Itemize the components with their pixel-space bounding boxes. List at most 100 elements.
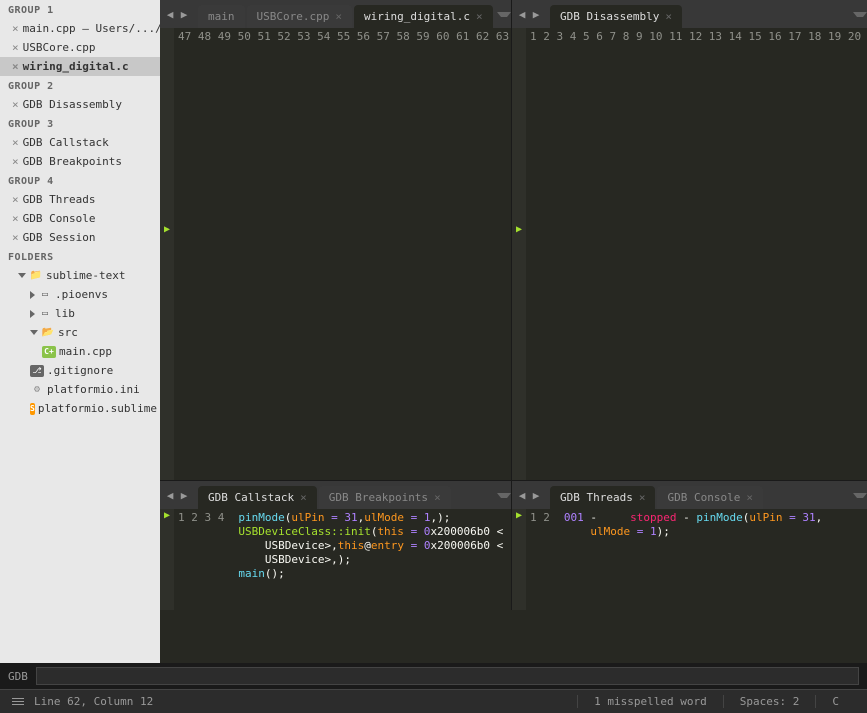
folder-root[interactable]: 📁sublime-text bbox=[0, 266, 160, 285]
tab-menu-icon[interactable] bbox=[853, 493, 867, 498]
tab-forward-icon[interactable]: ▶ bbox=[530, 489, 542, 501]
tab-label: USBCore.cpp bbox=[257, 10, 330, 23]
sidebar-item[interactable]: × wiring_digital.c bbox=[0, 57, 160, 76]
sidebar-item[interactable]: × USBCore.cpp bbox=[0, 38, 160, 57]
tab-label: main bbox=[208, 10, 235, 23]
tab-back-icon[interactable]: ◀ bbox=[164, 8, 176, 20]
sidebar-item-label: GDB Console bbox=[23, 212, 96, 225]
close-icon[interactable]: × bbox=[434, 491, 441, 504]
close-icon[interactable]: × bbox=[12, 155, 19, 168]
sidebar-item[interactable]: × GDB Console bbox=[0, 209, 160, 228]
editor-pane-bot-left: ◀▶ GDB Callstack×GDB Breakpoints× ▶ 1 2 … bbox=[160, 481, 512, 610]
folder-icon: 📁 bbox=[29, 270, 43, 282]
editor-pane-bot-right: ◀▶ GDB Threads × GDB Console × ▶ 1 2 001 - … bbox=[512, 481, 867, 610]
close-icon[interactable]: × bbox=[12, 136, 19, 149]
tab-back-icon[interactable]: ◀ bbox=[516, 8, 528, 20]
tab-back-icon[interactable]: ◀ bbox=[516, 489, 528, 501]
status-syntax[interactable]: C bbox=[815, 695, 855, 708]
status-cursor-pos: Line 62, Column 12 bbox=[34, 695, 153, 708]
sidebar-group-header: GROUP 1 bbox=[0, 0, 160, 19]
close-icon[interactable]: × bbox=[12, 41, 19, 54]
close-icon[interactable]: × bbox=[12, 231, 19, 244]
statusbar: Line 62, Column 12 1 misspelled word Spa… bbox=[0, 689, 867, 713]
sidebar-item[interactable]: × main.cpp — Users/.../sa bbox=[0, 19, 160, 38]
sidebar-item[interactable]: × GDB Session bbox=[0, 228, 160, 247]
chevron-right-icon bbox=[30, 291, 35, 299]
file-platformio-ini[interactable]: ⚙platformio.ini bbox=[0, 380, 160, 399]
tab[interactable]: GDB Console × bbox=[657, 486, 762, 509]
code-editor[interactable]: ▶ 47 48 49 50 51 52 53 54 55 56 57 58 59… bbox=[160, 28, 511, 480]
sublime-icon: S bbox=[30, 403, 35, 415]
tab[interactable]: GDB Breakpoints× bbox=[319, 486, 451, 509]
close-icon[interactable]: × bbox=[300, 491, 307, 504]
status-spellcheck[interactable]: 1 misspelled word bbox=[577, 695, 723, 708]
git-icon: ⎇ bbox=[30, 365, 44, 377]
threads-view[interactable]: ▶ 1 2 001 - stopped - pinMode(ulPin = 31… bbox=[512, 509, 867, 610]
close-icon[interactable]: × bbox=[746, 491, 753, 504]
close-icon[interactable]: × bbox=[12, 212, 19, 225]
tab-nav: ◀▶ bbox=[160, 8, 194, 20]
close-icon[interactable]: × bbox=[476, 10, 483, 23]
folder-src[interactable]: 📂src bbox=[0, 323, 160, 342]
sidebar-item-label: GDB Session bbox=[23, 231, 96, 244]
sidebar-item[interactable]: ×GDB Disassembly bbox=[0, 95, 160, 114]
file-main-cpp[interactable]: C+main.cpp bbox=[0, 342, 160, 361]
folder-pioenvs[interactable]: ▭.pioenvs bbox=[0, 285, 160, 304]
tab-forward-icon[interactable]: ▶ bbox=[178, 8, 190, 20]
sidebar-item-label: USBCore.cpp bbox=[23, 41, 96, 54]
sidebar: GROUP 1 × main.cpp — Users/.../sa × USBCore.… bbox=[0, 0, 160, 663]
chevron-right-icon bbox=[30, 310, 35, 318]
tab-back-icon[interactable]: ◀ bbox=[164, 489, 176, 501]
editor-pane-top-right: ◀▶ GDB Disassembly × ▶ 1 2 3 4 5 6 7 8 9 … bbox=[512, 0, 867, 480]
tab-menu-icon[interactable] bbox=[497, 493, 511, 498]
disassembly-view[interactable]: ▶ 1 2 3 4 5 6 7 8 9 10 11 12 13 14 15 16… bbox=[512, 28, 867, 480]
tab[interactable]: main bbox=[198, 5, 245, 28]
folder-label: sublime-text bbox=[46, 269, 125, 282]
close-icon[interactable]: × bbox=[12, 22, 19, 35]
tab[interactable]: GDB Disassembly × bbox=[550, 5, 682, 28]
sidebar-group-header: GROUP 2 bbox=[0, 76, 160, 95]
tab-menu-icon[interactable] bbox=[497, 12, 511, 17]
sidebar-group-header: GROUP 3 bbox=[0, 114, 160, 133]
tabbar: ◀▶ mainUSBCore.cpp×wiring_digital.c× bbox=[160, 0, 511, 28]
tab[interactable]: USBCore.cpp × bbox=[247, 5, 352, 28]
sidebar-item[interactable]: × GDB Threads bbox=[0, 190, 160, 209]
menu-icon[interactable] bbox=[12, 696, 24, 707]
status-indent[interactable]: Spaces: 2 bbox=[723, 695, 816, 708]
tab[interactable]: wiring_digital.c× bbox=[354, 5, 493, 28]
tab-label: GDB Threads bbox=[560, 491, 633, 504]
file-platformio-sublime[interactable]: Splatformio.sublime bbox=[0, 399, 160, 418]
chevron-down-icon bbox=[18, 273, 26, 278]
folder-icon: 📂 bbox=[41, 327, 55, 339]
folder-label: src bbox=[58, 326, 78, 339]
close-icon[interactable]: × bbox=[665, 10, 672, 23]
sidebar-item[interactable]: ×GDB Callstack bbox=[0, 133, 160, 152]
sidebar-group-header: GROUP 4 bbox=[0, 171, 160, 190]
sidebar-item-label: GDB Threads bbox=[23, 193, 96, 206]
folder-lib[interactable]: ▭lib bbox=[0, 304, 160, 323]
tab-label: GDB Disassembly bbox=[560, 10, 659, 23]
folder-label: .pioenvs bbox=[55, 288, 108, 301]
tab-label: GDB Console bbox=[667, 491, 740, 504]
gear-icon: ⚙ bbox=[30, 384, 44, 396]
sidebar-item-label: main.cpp — Users/.../sa bbox=[23, 22, 160, 35]
close-icon[interactable]: × bbox=[12, 193, 19, 206]
gdb-console-input[interactable] bbox=[36, 667, 859, 685]
file-gitignore[interactable]: ⎇.gitignore bbox=[0, 361, 160, 380]
sidebar-item[interactable]: ×GDB Breakpoints bbox=[0, 152, 160, 171]
close-icon[interactable]: × bbox=[12, 60, 19, 73]
chevron-down-icon bbox=[30, 330, 38, 335]
tab-forward-icon[interactable]: ▶ bbox=[530, 8, 542, 20]
close-icon[interactable]: × bbox=[12, 98, 19, 111]
file-label: platformio.sublime bbox=[38, 402, 157, 415]
tab[interactable]: GDB Threads × bbox=[550, 486, 655, 509]
sidebar-item-label: wiring_digital.c bbox=[23, 60, 129, 73]
tab-menu-icon[interactable] bbox=[853, 12, 867, 17]
close-icon[interactable]: × bbox=[639, 491, 646, 504]
tab[interactable]: GDB Callstack× bbox=[198, 486, 317, 509]
callstack-view[interactable]: ▶ 1 2 3 4 pinMode(ulPin = 31,ulMode = 1,… bbox=[160, 509, 511, 610]
gdb-console-bar: GDB bbox=[0, 663, 867, 689]
cpp-icon: C+ bbox=[42, 346, 56, 358]
close-icon[interactable]: × bbox=[335, 10, 342, 23]
tab-forward-icon[interactable]: ▶ bbox=[178, 489, 190, 501]
